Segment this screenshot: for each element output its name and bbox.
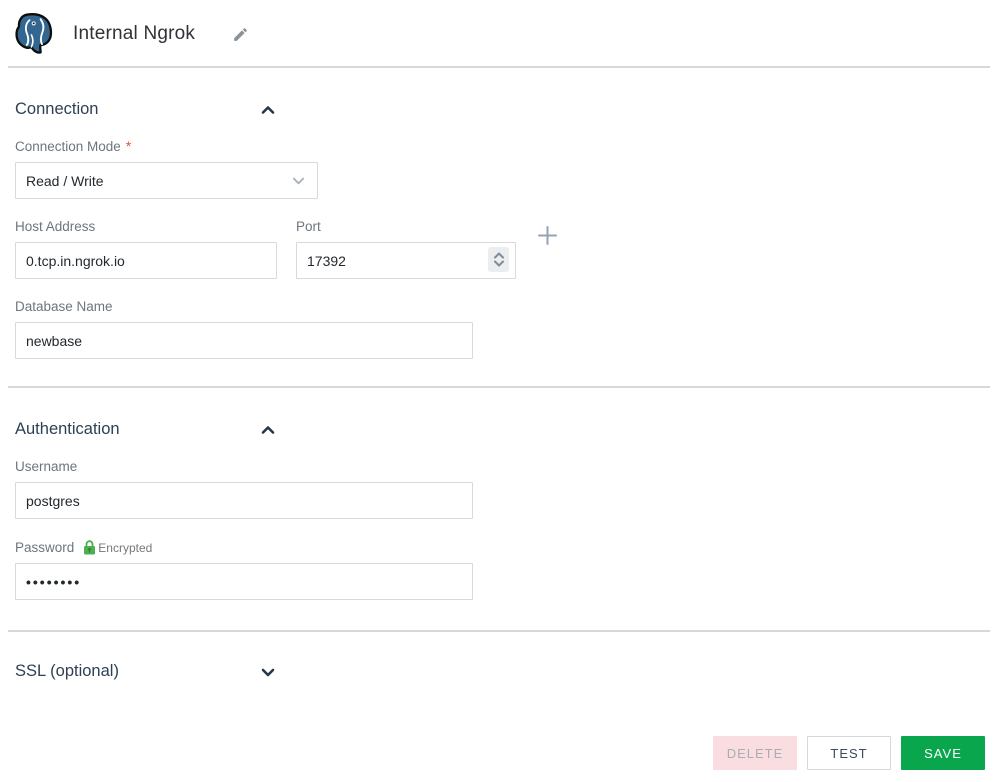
pencil-icon (234, 27, 248, 41)
authentication-section: Authentication Username Password Encrypt… (0, 420, 997, 600)
connection-section-header[interactable]: Connection (15, 100, 275, 119)
encrypted-text: Encrypted (98, 540, 153, 555)
connection-section: Connection Connection Mode * Read / Write… (0, 100, 997, 359)
host-address-label: Host Address (15, 219, 96, 234)
delete-button[interactable]: DELETE (713, 736, 797, 770)
add-host-button[interactable] (537, 225, 558, 246)
host-address-input[interactable] (15, 242, 277, 279)
lock-icon (84, 540, 96, 555)
page-title: Internal Ngrok (73, 23, 196, 44)
database-name-input[interactable] (15, 322, 473, 359)
ssl-section-header[interactable]: SSL (optional) (15, 662, 275, 681)
host-port-row: Host Address Port (15, 199, 997, 279)
chevron-down-icon[interactable] (261, 665, 275, 679)
stepper-up-icon[interactable] (493, 252, 504, 259)
footer-actions: DELETE TEST SAVE (713, 736, 985, 770)
authentication-section-title: Authentication (15, 420, 120, 438)
port-stepper[interactable] (488, 247, 509, 272)
ssl-section: SSL (optional) (0, 662, 997, 681)
connection-mode-label: Connection Mode * (15, 139, 132, 154)
password-label: Password (15, 540, 75, 555)
section-divider (8, 386, 990, 388)
password-input[interactable] (15, 563, 473, 600)
plus-icon (538, 226, 557, 245)
username-input[interactable] (15, 482, 473, 519)
header: Internal Ngrok (0, 0, 997, 60)
section-divider (8, 630, 990, 632)
ssl-section-title: SSL (optional) (15, 662, 119, 680)
edit-title-button[interactable] (230, 24, 251, 45)
stepper-down-icon[interactable] (493, 260, 504, 267)
username-label: Username (15, 459, 78, 474)
database-name-label: Database Name (15, 299, 113, 314)
save-button[interactable]: SAVE (901, 736, 985, 770)
header-divider (8, 66, 990, 68)
port-label: Port (296, 219, 321, 234)
connection-mode-select[interactable]: Read / Write (15, 162, 318, 199)
chevron-down-icon (292, 177, 305, 185)
db-connection-form: { "header": { "title": "Internal Ngrok" … (0, 0, 997, 782)
connection-mode-value: Read / Write (26, 172, 104, 189)
chevron-up-icon[interactable] (261, 423, 275, 437)
encrypted-badge: Encrypted (83, 540, 152, 555)
required-asterisk: * (125, 139, 132, 154)
password-label-row: Password Encrypted (15, 540, 997, 555)
test-button[interactable]: TEST (807, 736, 891, 770)
chevron-up-icon[interactable] (261, 103, 275, 117)
connection-section-title: Connection (15, 100, 99, 118)
authentication-section-header[interactable]: Authentication (15, 420, 275, 439)
port-input[interactable] (296, 242, 516, 279)
postgresql-logo-icon (15, 13, 53, 54)
